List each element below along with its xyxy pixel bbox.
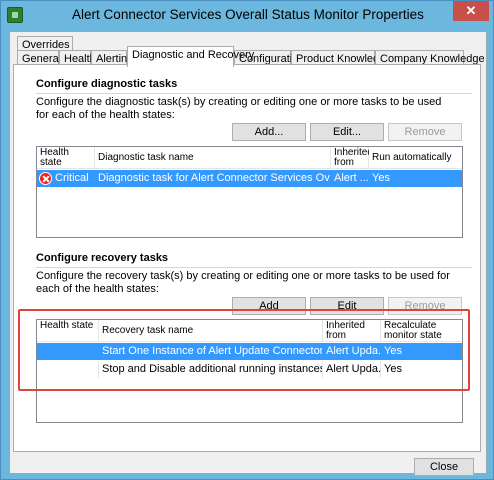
diagnostic-task-row[interactable]: Critical Diagnostic task for Alert Conne… [37, 170, 462, 187]
tab-panel: Configure diagnostic tasks Configure the… [13, 64, 481, 452]
diagnostic-add-button[interactable]: Add... [232, 123, 306, 141]
diagnostic-remove-button[interactable]: Remove [388, 123, 462, 141]
recovery-add-button[interactable]: Add [232, 297, 306, 315]
recovery-task-row[interactable]: Stop and Disable additional running inst… [37, 361, 462, 378]
recovery-description: Configure the recovery task(s) by creati… [36, 270, 450, 295]
critical-error-icon [39, 172, 52, 185]
diagnostic-task-name-cell: Diagnostic task for Alert Connector Serv… [98, 172, 330, 184]
column-header-inherited-from[interactable]: Inherited from [323, 320, 381, 342]
recovery-remove-button[interactable]: Remove [388, 297, 462, 315]
column-header-inherited-from[interactable]: Inherited from [331, 147, 373, 169]
tab-diagnostic-and-recovery[interactable]: Diagnostic and Recovery [127, 46, 254, 67]
recovery-section-title: Configure recovery tasks [36, 252, 169, 264]
window-title: Alert Connector Services Overall Status … [72, 7, 424, 22]
diagnostic-task-grid[interactable]: Health state Diagnostic task name Inheri… [36, 146, 463, 238]
health-state-cell [37, 361, 99, 378]
inherited-from-cell: Alert ... [334, 172, 369, 184]
recalculate-monitor-state-cell: Yes [384, 345, 402, 357]
column-header-recovery-task-name[interactable]: Recovery task name [99, 320, 323, 342]
window-close-button[interactable]: ✕ [453, 1, 489, 21]
column-header-health-state[interactable]: Health state [37, 147, 95, 169]
properties-window: Alert Connector Services Overall Status … [0, 0, 494, 480]
diagnostic-description: Configure the diagnostic task(s) by crea… [36, 96, 442, 121]
column-header-run-automatically[interactable]: Run automatically [369, 147, 462, 169]
recovery-task-name-cell: Stop and Disable additional running inst… [99, 361, 323, 378]
column-header-health-state[interactable]: Health state [37, 320, 99, 342]
inherited-from-cell: Alert Upda... [323, 361, 381, 378]
recovery-task-row[interactable]: Start One Instance of Alert Update Conne… [37, 343, 462, 360]
column-header-diagnostic-task-name[interactable]: Diagnostic task name [95, 147, 331, 169]
close-button[interactable]: Close [414, 458, 474, 476]
recovery-task-grid[interactable]: Health state Recovery task name Inherite… [36, 319, 463, 423]
inherited-from-cell: Alert Upda... [326, 345, 381, 357]
health-state-cell [37, 343, 99, 360]
run-automatically-cell: Yes [372, 172, 390, 184]
recovery-task-name-cell: Start One Instance of Alert Update Conne… [102, 345, 323, 357]
health-state-text: Critical [55, 172, 89, 184]
health-state-cell: Critical [37, 170, 95, 187]
column-header-recalculate-monitor-state[interactable]: Recalculate monitor state [381, 320, 462, 342]
recovery-divider [36, 267, 472, 268]
recovery-edit-button[interactable]: Edit [310, 297, 384, 315]
recalculate-monitor-state-cell: Yes [381, 361, 462, 378]
diagnostic-edit-button[interactable]: Edit... [310, 123, 384, 141]
diagnostic-section-title: Configure diagnostic tasks [36, 78, 178, 90]
diagnostic-divider [36, 93, 472, 94]
title-bar[interactable]: Alert Connector Services Overall Status … [1, 1, 494, 29]
